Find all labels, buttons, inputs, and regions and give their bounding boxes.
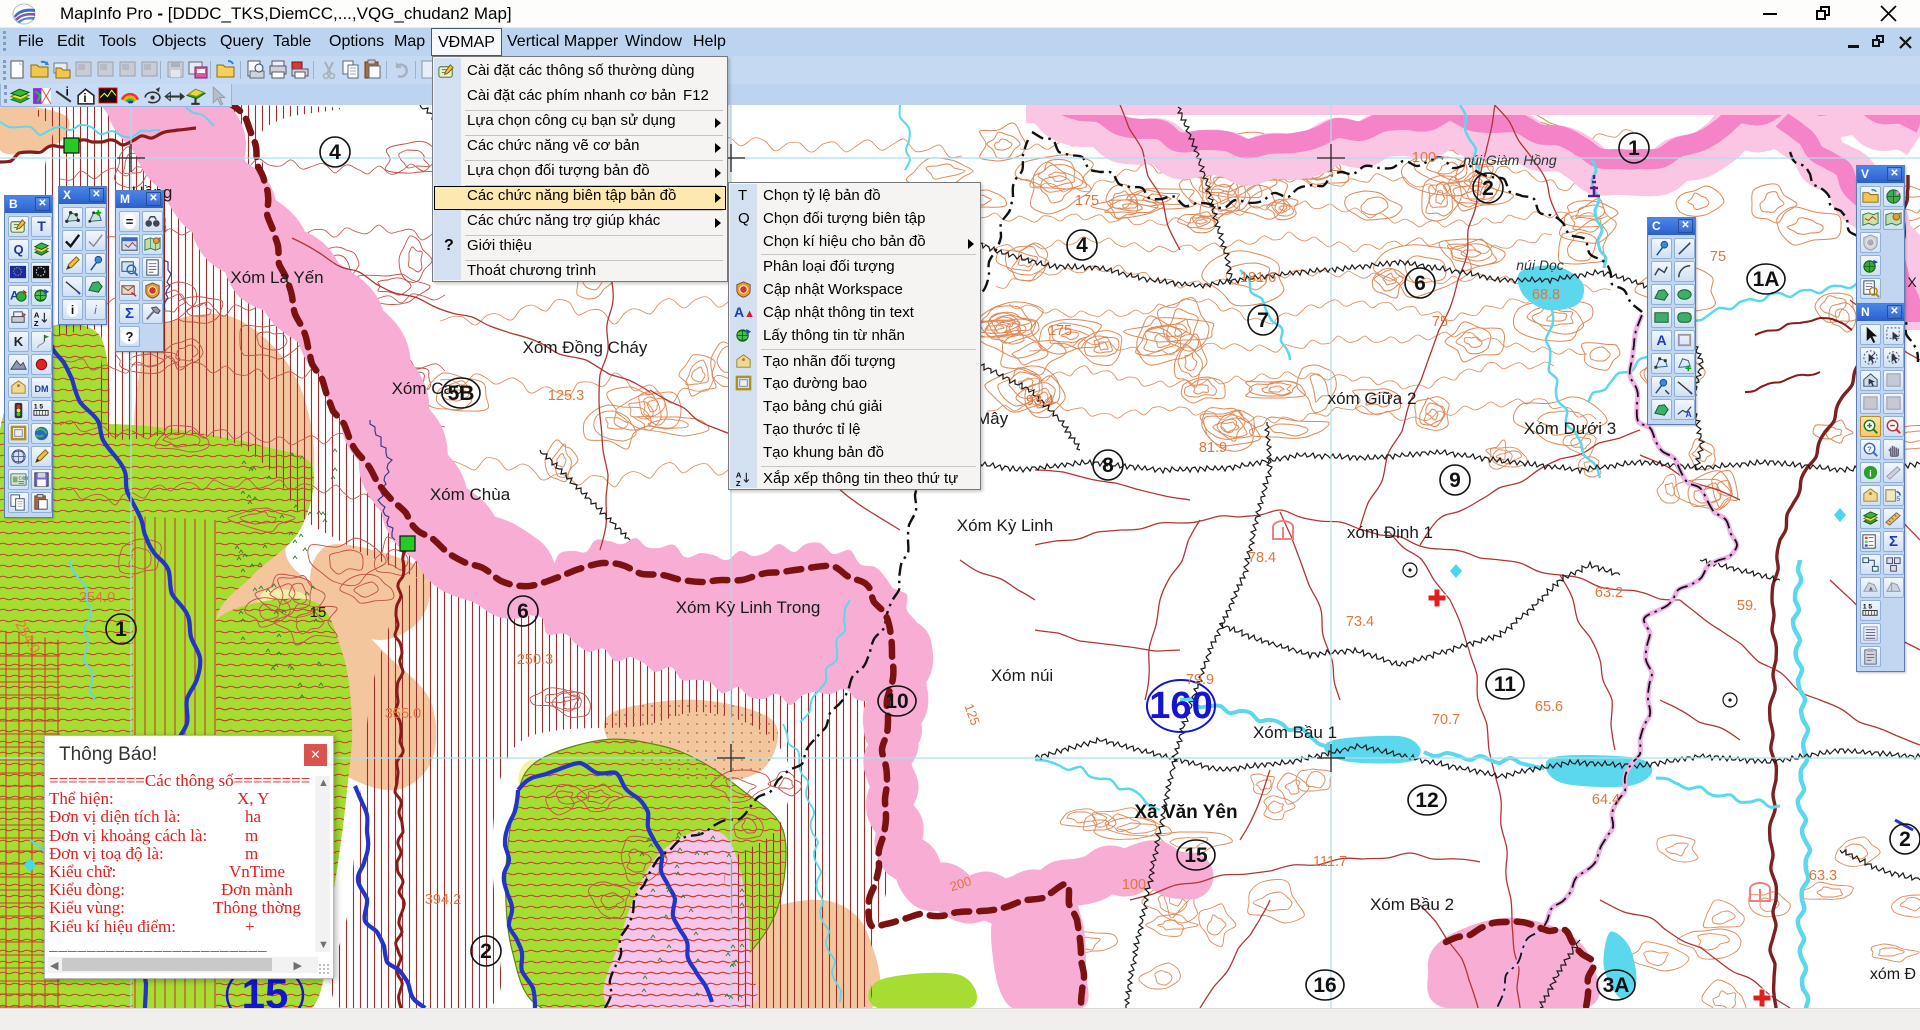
- svg-text:81.9: 81.9: [1199, 440, 1227, 456]
- svg-text:15: 15: [310, 604, 327, 621]
- svg-text:1: 1: [1628, 137, 1640, 160]
- svg-text:Xóm La Yến: Xóm La Yến: [230, 268, 323, 287]
- svg-text:3A: 3A: [1603, 974, 1630, 997]
- svg-text:63.2: 63.2: [1595, 585, 1623, 601]
- svg-text:11: 11: [1494, 673, 1517, 696]
- svg-text:Xóm Dưới 3: Xóm Dưới 3: [1524, 419, 1616, 438]
- svg-text:i: i: [83, 93, 86, 105]
- svg-text:xóm Giữa 2: xóm Giữa 2: [1328, 389, 1417, 408]
- svg-text:175: 175: [1075, 193, 1099, 209]
- svg-text:i: i: [66, 86, 69, 98]
- svg-text:2: 2: [480, 940, 492, 963]
- svg-text:100: 100: [1122, 877, 1146, 893]
- svg-text:▲: ▲: [1868, 585, 1875, 592]
- svg-text:175: 175: [1048, 323, 1072, 339]
- svg-text:Xóm Bầu 2: Xóm Bầu 2: [1370, 895, 1454, 914]
- svg-text:1A: 1A: [1753, 268, 1780, 291]
- svg-text:Xóm Kỳ Linh Trong: Xóm Kỳ Linh Trong: [676, 598, 821, 617]
- svg-text:i: i: [1869, 468, 1872, 479]
- svg-text:núi Giàm Hồng: núi Giàm Hồng: [1463, 152, 1557, 168]
- svg-text:75: 75: [1432, 314, 1448, 330]
- svg-text:A: A: [1685, 409, 1691, 419]
- svg-text:78.4: 78.4: [1248, 550, 1276, 566]
- svg-text:111.7: 111.7: [1313, 854, 1347, 870]
- svg-text:68.8: 68.8: [1532, 287, 1560, 303]
- svg-text:Xóm Bầu 1: Xóm Bầu 1: [1253, 723, 1337, 742]
- svg-text:C@L: C@L: [19, 476, 29, 482]
- svg-text:Xóm Chùa: Xóm Chùa: [430, 485, 511, 504]
- svg-text:2: 2: [1899, 828, 1911, 851]
- svg-text:93.4: 93.4: [1026, 393, 1054, 409]
- svg-text:6: 6: [517, 600, 529, 623]
- svg-text:1 5: 1 5: [1863, 604, 1873, 611]
- svg-text:100: 100: [1412, 150, 1436, 166]
- svg-text:Xóm Kỳ Linh: Xóm Kỳ Linh: [957, 516, 1053, 535]
- svg-text:59.: 59.: [1737, 598, 1757, 614]
- svg-text:?: ?: [1867, 444, 1872, 453]
- svg-text:75: 75: [1710, 249, 1726, 265]
- svg-text:181.6: 181.6: [1240, 270, 1276, 286]
- svg-text:12: 12: [1415, 789, 1438, 812]
- svg-text:Xóm Đồng Cháy: Xóm Đồng Cháy: [523, 338, 648, 357]
- svg-text:64.4: 64.4: [1592, 792, 1620, 808]
- svg-text:125.3: 125.3: [548, 388, 584, 404]
- svg-text:63.3: 63.3: [1809, 868, 1837, 884]
- svg-text:Xóm núi: Xóm núi: [991, 666, 1053, 685]
- svg-text:1: 1: [115, 618, 127, 641]
- svg-text:núi Dọc: núi Dọc: [1516, 257, 1563, 273]
- svg-text:254.0: 254.0: [79, 590, 115, 606]
- svg-text:X: X: [1907, 274, 1917, 290]
- svg-text:4: 4: [1076, 234, 1088, 257]
- svg-text:1 5: 1 5: [34, 404, 44, 411]
- svg-text:16: 16: [1313, 974, 1336, 997]
- svg-text:15: 15: [1184, 844, 1208, 867]
- svg-text:394.2: 394.2: [425, 892, 461, 908]
- svg-text:Z: Z: [736, 479, 741, 488]
- svg-text:xóm Đ: xóm Đ: [1870, 966, 1916, 983]
- svg-text:2: 2: [1482, 177, 1494, 200]
- svg-text:4: 4: [329, 141, 341, 164]
- svg-text:9: 9: [1449, 469, 1461, 492]
- svg-text:73.4: 73.4: [1346, 614, 1374, 630]
- svg-text:70.7: 70.7: [1432, 712, 1460, 728]
- svg-text:160: 160: [1149, 685, 1212, 727]
- svg-text:8: 8: [1102, 454, 1114, 477]
- svg-text:7: 7: [1257, 309, 1269, 332]
- svg-text:355.0: 355.0: [385, 706, 421, 722]
- svg-text:65.6: 65.6: [1535, 699, 1563, 715]
- svg-text:6: 6: [1414, 272, 1426, 295]
- svg-text:5B: 5B: [448, 382, 475, 405]
- svg-text:79.9: 79.9: [1186, 672, 1214, 688]
- svg-text:Z: Z: [34, 319, 39, 328]
- svg-text:10: 10: [885, 690, 908, 713]
- svg-text:xóm Đinh 1: xóm Đinh 1: [1347, 523, 1433, 542]
- svg-text:5: 5: [1896, 496, 1900, 503]
- svg-text:Xã Văn Yên: Xã Văn Yên: [1134, 802, 1237, 823]
- svg-text:250.3: 250.3: [517, 652, 553, 668]
